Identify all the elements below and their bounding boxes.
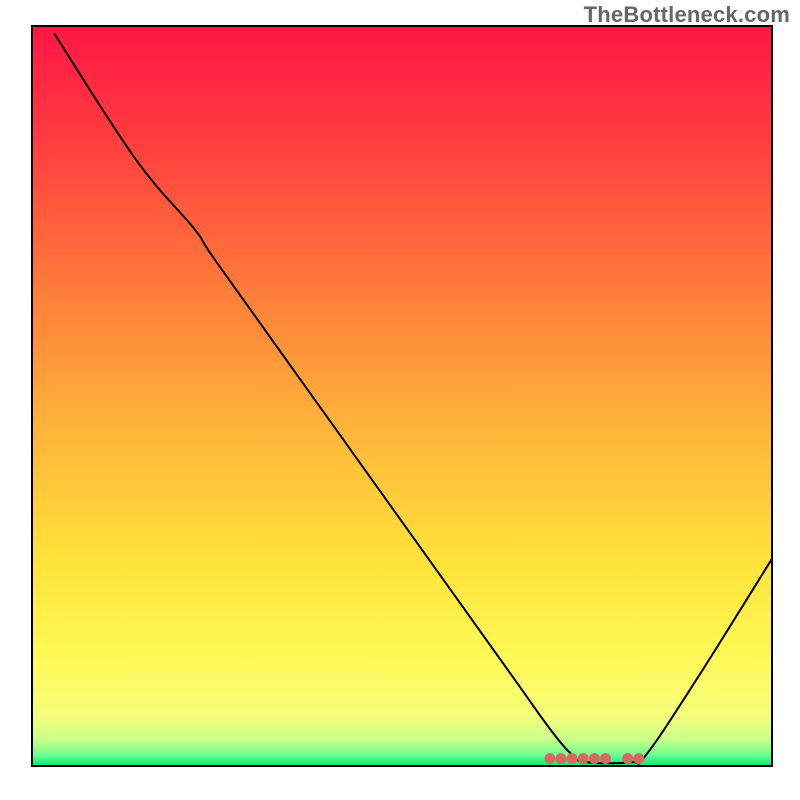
gradient-background (32, 26, 772, 766)
marker-dot (556, 753, 567, 764)
chart-container: TheBottleneck.com (0, 0, 800, 800)
marker-dot (567, 753, 578, 764)
optimal-region-markers (545, 753, 645, 764)
marker-dot (589, 753, 600, 764)
bottleneck-chart (0, 0, 800, 800)
marker-dot (600, 753, 611, 764)
marker-dot (633, 753, 644, 764)
marker-dot (545, 753, 556, 764)
marker-dot (578, 753, 589, 764)
marker-dot (622, 753, 633, 764)
watermark-text: TheBottleneck.com (584, 2, 790, 28)
